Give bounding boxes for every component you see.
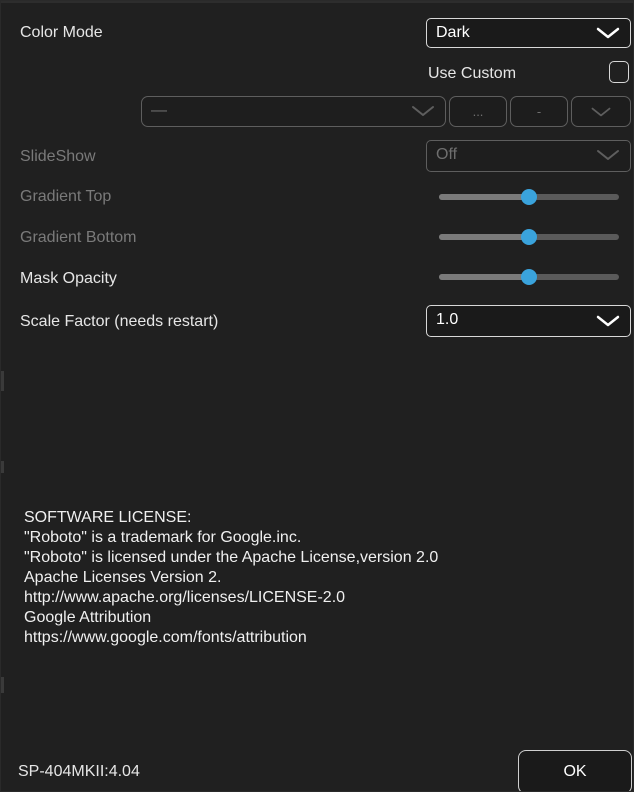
gradient-top-slider[interactable] — [439, 189, 619, 205]
color-mode-label: Color Mode — [20, 24, 103, 41]
chevron-down-icon — [597, 150, 619, 160]
scale-factor-value: 1.0 — [436, 311, 459, 328]
software-license-text: SOFTWARE LICENSE: "Roboto" is a trademar… — [24, 508, 438, 648]
chevron-down-icon — [596, 27, 620, 39]
use-custom-checkbox[interactable] — [609, 61, 629, 83]
custom-image-select: — — [141, 96, 446, 127]
scale-factor-label: Scale Factor (needs restart) — [20, 313, 219, 330]
license-line: SOFTWARE LICENSE: — [24, 509, 192, 526]
license-line: Apache Licenses Version 2. — [24, 569, 222, 586]
mask-opacity-slider[interactable] — [439, 269, 619, 285]
mask-opacity-label: Mask Opacity — [20, 270, 117, 287]
top-divider — [1, 1, 633, 3]
slideshow-select: Off — [426, 140, 631, 172]
edge-mark — [1, 371, 4, 391]
chevron-down-icon — [412, 106, 434, 116]
slider-thumb[interactable] — [521, 189, 537, 205]
slider-thumb[interactable] — [521, 269, 537, 285]
gradient-bottom-label: Gradient Bottom — [20, 229, 137, 246]
license-line: https://www.google.com/fonts/attribution — [24, 629, 307, 646]
browse-button: ... — [449, 96, 507, 127]
slider-fill — [439, 274, 529, 280]
license-line: Google Attribution — [24, 609, 152, 626]
slider-fill — [439, 194, 529, 200]
remove-button: - — [510, 96, 568, 127]
settings-dialog: Color Mode Dark Use Custom — ... - Slide… — [0, 0, 634, 792]
license-line: http://www.apache.org/licenses/LICENSE-2… — [24, 589, 346, 606]
scale-factor-select[interactable]: 1.0 — [426, 305, 631, 337]
custom-dropdown-button — [571, 96, 631, 127]
slider-fill — [439, 234, 529, 240]
ok-button[interactable]: OK — [518, 750, 632, 791]
license-line: "Roboto" is a trademark for Google.inc. — [24, 529, 302, 546]
gradient-top-label: Gradient Top — [20, 188, 112, 205]
slider-thumb[interactable] — [521, 229, 537, 245]
use-custom-label: Use Custom — [428, 65, 517, 82]
edge-mark — [1, 677, 4, 693]
license-line: "Roboto" is licensed under the Apache Li… — [24, 549, 439, 566]
custom-image-value: — — [151, 102, 167, 119]
chevron-down-icon — [596, 315, 620, 327]
slideshow-label: SlideShow — [20, 148, 96, 165]
gradient-bottom-slider[interactable] — [439, 229, 619, 245]
slideshow-value: Off — [436, 146, 458, 163]
color-mode-select[interactable]: Dark — [426, 18, 631, 48]
edge-mark — [1, 461, 4, 473]
version-label: SP-404MKII:4.04 — [18, 763, 140, 780]
chevron-down-icon — [591, 107, 611, 117]
color-mode-value: Dark — [436, 24, 470, 41]
